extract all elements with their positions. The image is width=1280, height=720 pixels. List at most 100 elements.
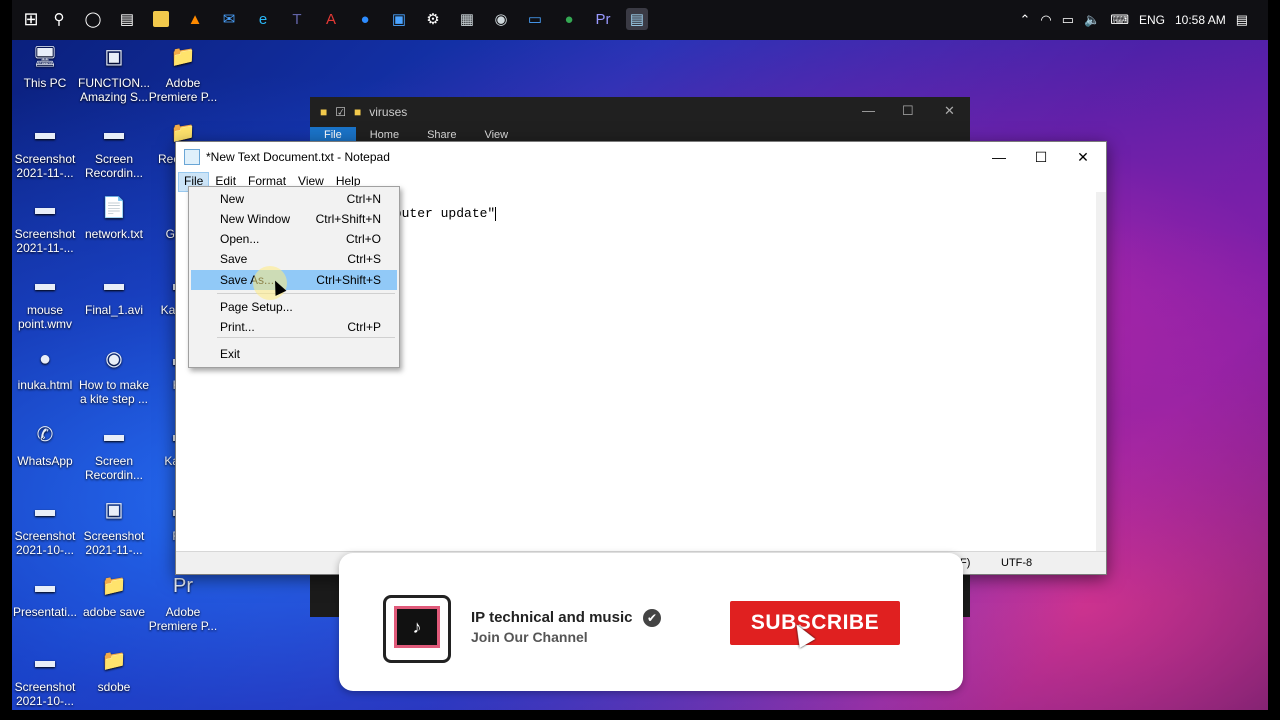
desktop-icon-label: Screenshot 2021-11-... — [14, 151, 76, 180]
desktop-icon[interactable]: ▬ Screenshot 2021-11-... — [12, 193, 81, 255]
menu-item-save-as[interactable]: Save As... Ctrl+Shift+S — [191, 270, 397, 290]
chrome-icon[interactable]: ● — [558, 8, 580, 30]
desktop-icon[interactable]: ▬ Screen Recordin... — [78, 420, 150, 482]
file-icon: ▬ — [35, 574, 55, 597]
maximize-button[interactable]: ☐ — [1020, 142, 1062, 172]
desktop-icon[interactable]: ● inuka.html — [12, 344, 81, 392]
desktop-icon[interactable]: 📁 adobe save — [78, 571, 150, 619]
check-icon: ☑ — [335, 105, 347, 119]
editor-text: mputer update" — [386, 206, 496, 221]
desktop-icon-label: Screen Recordin... — [84, 151, 144, 180]
vlc-icon[interactable]: ▲ — [184, 8, 206, 30]
file-explorer-icon[interactable] — [150, 8, 172, 30]
desktop-icon[interactable]: 📁 sdobe — [78, 646, 150, 694]
menu-item-print[interactable]: Print... Ctrl+P — [191, 317, 397, 337]
menu-item-open[interactable]: Open... Ctrl+O — [191, 229, 397, 249]
acrobat-icon[interactable]: A — [320, 8, 342, 30]
subscribe-banner: ♪ IP technical and music ✔ Join Our Chan… — [339, 553, 963, 691]
desktop-icon[interactable]: ◉ How to make a kite step ... — [78, 344, 150, 406]
keyboard-icon[interactable]: ⌨ — [1110, 12, 1129, 28]
menu-item-new-window[interactable]: New Window Ctrl+Shift+N — [191, 209, 397, 229]
file-icon: ▬ — [35, 650, 55, 672]
notes-icon[interactable]: ▦ — [456, 8, 478, 30]
desktop-icon[interactable]: ▬ Presentati... — [12, 571, 81, 619]
cortana-icon[interactable]: ◯ — [82, 8, 104, 30]
desktop-icon[interactable]: ▬ Screenshot 2021-11-... — [12, 118, 81, 180]
desktop-icon-label: Screenshot 2021-11-... — [83, 529, 145, 557]
desktop-icon-label: Adobe Premiere P... — [148, 604, 218, 633]
folder-icon: ■ — [320, 105, 328, 119]
desktop-icon[interactable]: ▬ Screen Recordin... — [78, 118, 150, 180]
channel-name: IP technical and music — [471, 609, 633, 626]
task-view-icon[interactable]: ▤ — [116, 8, 138, 30]
desktop-icon-label: sdobe — [97, 680, 131, 694]
desktop-icon[interactable]: Pr Adobe Premiere P... — [147, 571, 219, 633]
close-icon[interactable]: ✕ — [944, 103, 955, 119]
menu-item-page-setup[interactable]: Page Setup... — [191, 297, 397, 317]
menu-item-new[interactable]: New Ctrl+N — [191, 189, 397, 209]
desktop-icon-label: Final_1.avi — [84, 302, 144, 317]
desktop-icon-label: How to make a kite step ... — [78, 378, 150, 406]
premiere-icon[interactable]: Pr — [592, 8, 614, 30]
menu-item-label: New Window — [220, 212, 291, 226]
desktop-icon-label: Adobe Premiere P... — [148, 76, 218, 104]
desktop-icon[interactable]: ▣ FUNCTION... Amazing S... — [78, 42, 150, 104]
search-icon[interactable]: ⚲ — [48, 8, 70, 30]
desktop-icon[interactable]: 📁 Adobe Premiere P... — [147, 42, 219, 104]
vertical-scrollbar[interactable] — [1096, 192, 1106, 552]
menu-item-label: New — [220, 192, 245, 206]
text-caret — [495, 206, 497, 221]
wifi-icon[interactable]: ◠ — [1040, 12, 1051, 28]
remote-desktop-icon[interactable]: ▭ — [524, 8, 546, 30]
close-button[interactable]: ✕ — [1062, 142, 1104, 172]
chevron-up-icon[interactable]: ⌃ — [1019, 12, 1030, 28]
menu-separator — [217, 293, 395, 294]
desktop-icon[interactable]: ▬ Final_1.avi — [78, 269, 150, 317]
camera-icon[interactable]: ◉ — [490, 8, 512, 30]
menu-item-save[interactable]: Save Ctrl+S — [191, 249, 397, 269]
language-indicator[interactable]: ENG — [1139, 13, 1165, 27]
teams-icon[interactable]: T — [286, 8, 308, 30]
menu-item-shortcut: Ctrl+P — [347, 320, 381, 334]
zoom-icon[interactable]: ● — [354, 8, 376, 30]
taskbar: ⊞ ⚲ ◯ ▤ ▲ ✉ e T A ● ▣ ⚙ ▦ ◉ ▭ ● Pr ▤ ⌃ ◠ ▭ 🔈 ⌨ ENG 10:58… — [12, 0, 1268, 40]
clock[interactable]: 10:58 AM — [1175, 13, 1226, 27]
desktop-icon[interactable]: ▬ mouse point.wmv — [12, 269, 81, 331]
explorer-title: viruses — [369, 105, 408, 119]
desktop-icon-label: Screenshot 2021-10-... — [14, 680, 76, 708]
file-icon: 🖥 — [32, 46, 58, 68]
desktop-icon[interactable]: 📄 network.txt — [78, 193, 150, 241]
desktop-icon[interactable]: ▬ Screenshot 2021-10-... — [12, 495, 81, 557]
minimize-icon[interactable]: — — [862, 103, 875, 118]
menu-item-shortcut: Ctrl+O — [345, 232, 381, 246]
volume-icon[interactable]: 🔈 — [1084, 12, 1100, 28]
music-note-icon: ♪ — [394, 606, 440, 648]
network-app-icon[interactable]: ▣ — [388, 8, 410, 30]
desktop-icon-label: inuka.html — [17, 378, 73, 392]
minimize-button[interactable]: — — [978, 142, 1020, 172]
desktop-icon[interactable]: 🖥 This PC — [12, 42, 81, 90]
desktop: ⊞ ⚲ ◯ ▤ ▲ ✉ e T A ● ▣ ⚙ ▦ ◉ ▭ ● Pr ▤ ⌃ ◠ ▭ 🔈 ⌨ ENG 10:58… — [12, 0, 1268, 710]
desktop-icon[interactable]: ✆ WhatsApp — [12, 420, 81, 468]
channel-logo: ♪ — [383, 595, 451, 663]
edge-icon[interactable]: e — [252, 8, 274, 30]
file-icon: ▬ — [104, 121, 124, 144]
desktop-icon[interactable]: ▬ Screenshot 2021-10-... — [12, 646, 81, 708]
desktop-icon[interactable]: ▣ Screenshot 2021-11-... — [78, 495, 150, 557]
file-icon: 📄 — [101, 197, 127, 219]
notification-icon[interactable]: ▤ — [1236, 12, 1248, 28]
mail-icon[interactable]: ✉ — [218, 8, 240, 30]
settings-icon[interactable]: ⚙ — [422, 8, 444, 30]
notepad-icon[interactable]: ▤ — [626, 8, 648, 30]
desktop-icon-label: This PC — [23, 76, 67, 90]
notepad-title-bar[interactable]: *New Text Document.txt - Notepad — ☐ ✕ — [176, 142, 1106, 172]
menu-item-exit[interactable]: Exit — [191, 344, 397, 364]
desktop-icon-label: Screenshot 2021-11-... — [14, 227, 76, 255]
desktop-icon-label: network.txt — [84, 227, 144, 241]
file-icon: ▬ — [35, 197, 55, 219]
start-icon[interactable]: ⊞ — [20, 8, 42, 30]
battery-icon[interactable]: ▭ — [1062, 12, 1074, 28]
maximize-icon[interactable]: ☐ — [902, 103, 914, 119]
file-icon: ▬ — [35, 272, 55, 295]
system-tray: ⌃ ◠ ▭ 🔈 ⌨ ENG 10:58 AM ▤ — [1019, 0, 1268, 40]
